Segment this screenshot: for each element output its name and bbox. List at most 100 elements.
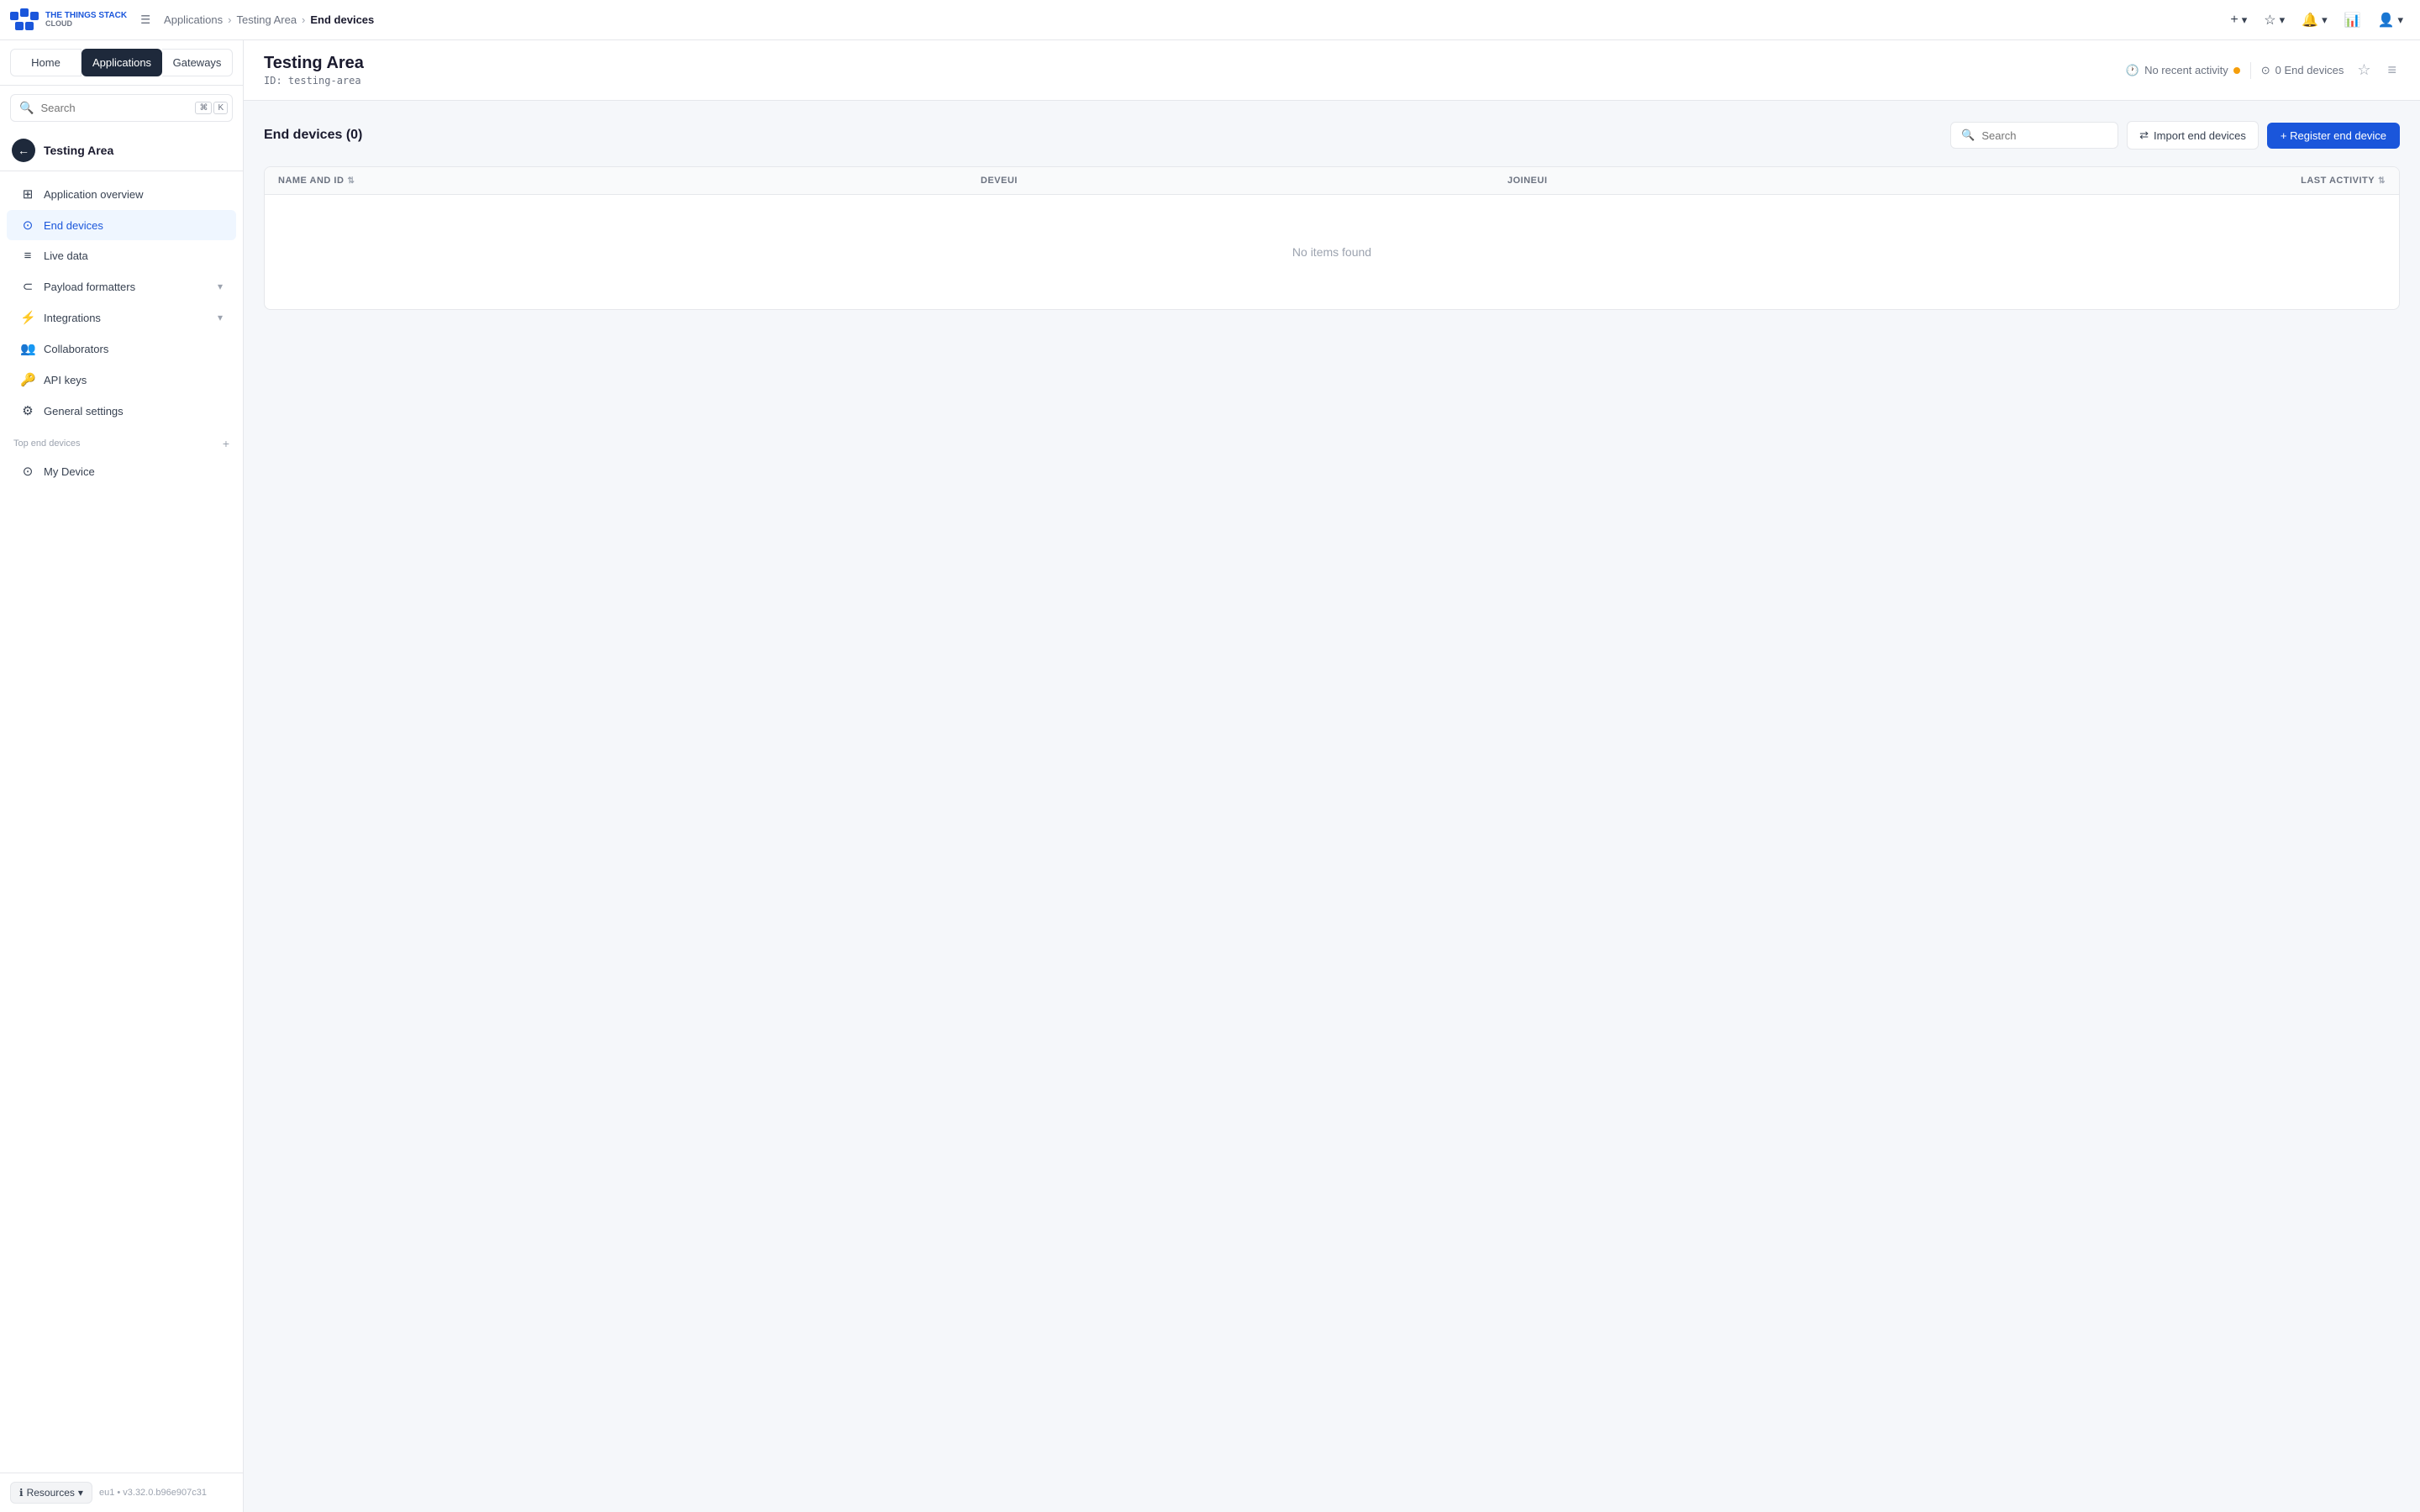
sidebar-item-payload-formatters[interactable]: ⊂ Payload formatters ▾ — [7, 271, 236, 302]
col-joineui: JOINEUI — [1507, 176, 2034, 186]
user-button[interactable]: 👤 ▾ — [2371, 7, 2410, 34]
sidebar-item-api-keys[interactable]: 🔑 API keys — [7, 365, 236, 395]
resources-chevron-icon: ▾ — [78, 1487, 83, 1499]
sidebar-home-button[interactable]: Home — [10, 49, 82, 76]
devices-toolbar-right: 🔍 ⇄ Import end devices + Register end de… — [1950, 121, 2400, 150]
search-shortcut: ⌘ K — [195, 102, 228, 114]
logo-icon — [10, 8, 40, 32]
live-data-icon: ≡ — [20, 249, 35, 263]
col-deveui-label: DEVEUI — [981, 176, 1018, 186]
collaborators-icon: 👥 — [20, 341, 35, 356]
search-input[interactable] — [40, 102, 188, 114]
sidebar-item-integrations-label: Integrations — [44, 312, 101, 324]
devices-toolbar: End devices (0) 🔍 ⇄ Import end devices +… — [264, 121, 2400, 150]
sidebar-footer: ℹ Resources ▾ eu1 • v3.32.0.b96e907c31 — [0, 1473, 243, 1512]
no-recent-activity: 🕐 No recent activity — [2126, 64, 2240, 77]
sidebar-item-integrations[interactable]: ⚡ Integrations ▾ — [7, 302, 236, 333]
chart-icon: 📊 — [2344, 12, 2361, 29]
sidebar-gateways-button[interactable]: Gateways — [162, 49, 233, 76]
sort-icon: ⇅ — [347, 176, 355, 186]
integrations-chevron-icon: ▾ — [218, 312, 223, 323]
devices-table-empty: No items found — [265, 195, 2399, 309]
devices-search-icon: 🔍 — [1961, 129, 1975, 142]
search-icon: 🔍 — [19, 101, 34, 115]
sidebar: Home Applications Gateways 🔍 ⌘ K ← Testi… — [0, 40, 244, 1512]
plus-icon: + — [2230, 13, 2238, 28]
sidebar-applications-button[interactable]: Applications — [82, 49, 162, 76]
sidebar-nav-group: Home Applications Gateways — [10, 49, 233, 76]
logo-text: THE THINGS STACK CLOUD — [45, 11, 127, 29]
sidebar-item-live-data[interactable]: ≡ Live data — [7, 241, 236, 270]
payload-chevron-icon: ▾ — [218, 281, 223, 292]
add-button[interactable]: + ▾ — [2223, 8, 2254, 33]
breadcrumb-sep-1: › — [228, 13, 231, 26]
resources-button[interactable]: ℹ Resources ▾ — [10, 1482, 92, 1504]
import-end-devices-button[interactable]: ⇄ Import end devices — [2127, 121, 2259, 150]
search-box[interactable]: 🔍 ⌘ K — [10, 94, 233, 122]
top-end-devices-label: Top end devices — [13, 438, 81, 449]
sidebar-nav: ⊞ Application overview ⊙ End devices ≡ L… — [0, 171, 243, 1473]
header-divider — [2250, 62, 2251, 79]
header-menu-button[interactable]: ≡ — [2384, 58, 2400, 82]
breadcrumb: Applications › Testing Area › End device… — [164, 13, 374, 26]
sidebar-item-collaborators[interactable]: 👥 Collaborators — [7, 333, 236, 364]
star-icon: ☆ — [2264, 12, 2275, 29]
version-text: eu1 • v3.32.0.b96e907c31 — [99, 1488, 207, 1498]
content-subtitle: ID: testing-area — [264, 75, 364, 87]
main-layout: Home Applications Gateways 🔍 ⌘ K ← Testi… — [0, 40, 2420, 1512]
app-overview-icon: ⊞ — [20, 186, 35, 202]
import-label: Import end devices — [2154, 129, 2246, 142]
api-keys-icon: 🔑 — [20, 372, 35, 387]
no-recent-activity-label: No recent activity — [2144, 64, 2228, 76]
star-button[interactable]: ☆ ▾ — [2257, 7, 2291, 34]
collapse-icon: ☰ — [140, 13, 150, 27]
register-label: + Register end device — [2281, 129, 2386, 142]
col-joineui-label: JOINEUI — [1507, 176, 1548, 186]
sidebar-item-my-device[interactable]: ⊙ My Device — [7, 456, 236, 486]
col-last-activity[interactable]: LAST ACTIVITY ⇅ — [2034, 176, 2386, 186]
back-arrow-icon: ← — [18, 144, 29, 157]
content-body: End devices (0) 🔍 ⇄ Import end devices +… — [244, 101, 2420, 1512]
search-shortcut-k: K — [213, 102, 228, 114]
sidebar-item-end-devices[interactable]: ⊙ End devices — [7, 210, 236, 240]
notifications-button[interactable]: 🔔 ▾ — [2295, 7, 2333, 34]
sidebar-item-general-settings-label: General settings — [44, 405, 124, 417]
sidebar-collapse-button[interactable]: ☰ — [134, 8, 157, 32]
sidebar-item-app-overview[interactable]: ⊞ Application overview — [7, 179, 236, 209]
resources-label: Resources — [27, 1487, 75, 1499]
analytics-button[interactable]: 📊 — [2338, 7, 2368, 34]
bell-icon: 🔔 — [2302, 12, 2318, 29]
add-device-button[interactable]: + — [223, 437, 229, 450]
col-name-id-label: NAME AND ID — [278, 176, 344, 186]
header-star-icon: ☆ — [2357, 61, 2370, 78]
header-menu-icon: ≡ — [2387, 61, 2396, 78]
devices-search-box[interactable]: 🔍 — [1950, 122, 2118, 149]
register-end-device-button[interactable]: + Register end device — [2267, 123, 2400, 149]
sidebar-item-api-keys-label: API keys — [44, 374, 87, 386]
back-button[interactable]: ← — [12, 139, 35, 162]
breadcrumb-applications[interactable]: Applications — [164, 13, 223, 26]
sidebar-back-item[interactable]: ← Testing Area — [0, 130, 243, 171]
sidebar-item-end-devices-label: End devices — [44, 219, 103, 232]
sidebar-item-general-settings[interactable]: ⚙ General settings — [7, 396, 236, 426]
integrations-icon: ⚡ — [20, 310, 35, 325]
my-device-icon: ⊙ — [20, 464, 35, 479]
add-chevron-icon: ▾ — [2242, 13, 2248, 27]
content-title: Testing Area — [264, 54, 364, 73]
content-header-right: 🕐 No recent activity ⊙ 0 End devices ☆ ≡ — [2126, 58, 2400, 82]
content-header: Testing Area ID: testing-area 🕐 No recen… — [244, 40, 2420, 101]
search-shortcut-cmd: ⌘ — [195, 102, 212, 114]
payload-formatters-icon: ⊂ — [20, 279, 35, 294]
devices-table: NAME AND ID ⇅ DEVEUI JOINEUI LAST ACTIVI… — [264, 166, 2400, 310]
devices-section-title: End devices (0) — [264, 128, 362, 143]
col-last-activity-label: LAST ACTIVITY — [2301, 176, 2375, 186]
breadcrumb-testing-area[interactable]: Testing Area — [237, 13, 297, 26]
col-name-id[interactable]: NAME AND ID ⇅ — [278, 176, 981, 186]
devices-search-input[interactable] — [1981, 129, 2107, 142]
sidebar-item-live-data-label: Live data — [44, 249, 88, 262]
col-deveui: DEVEUI — [981, 176, 1507, 186]
header-star-button[interactable]: ☆ — [2354, 58, 2374, 82]
last-activity-sort-icon: ⇅ — [2378, 176, 2386, 186]
devices-table-header: NAME AND ID ⇅ DEVEUI JOINEUI LAST ACTIVI… — [265, 167, 2399, 195]
sidebar-item-app-overview-label: Application overview — [44, 188, 144, 201]
